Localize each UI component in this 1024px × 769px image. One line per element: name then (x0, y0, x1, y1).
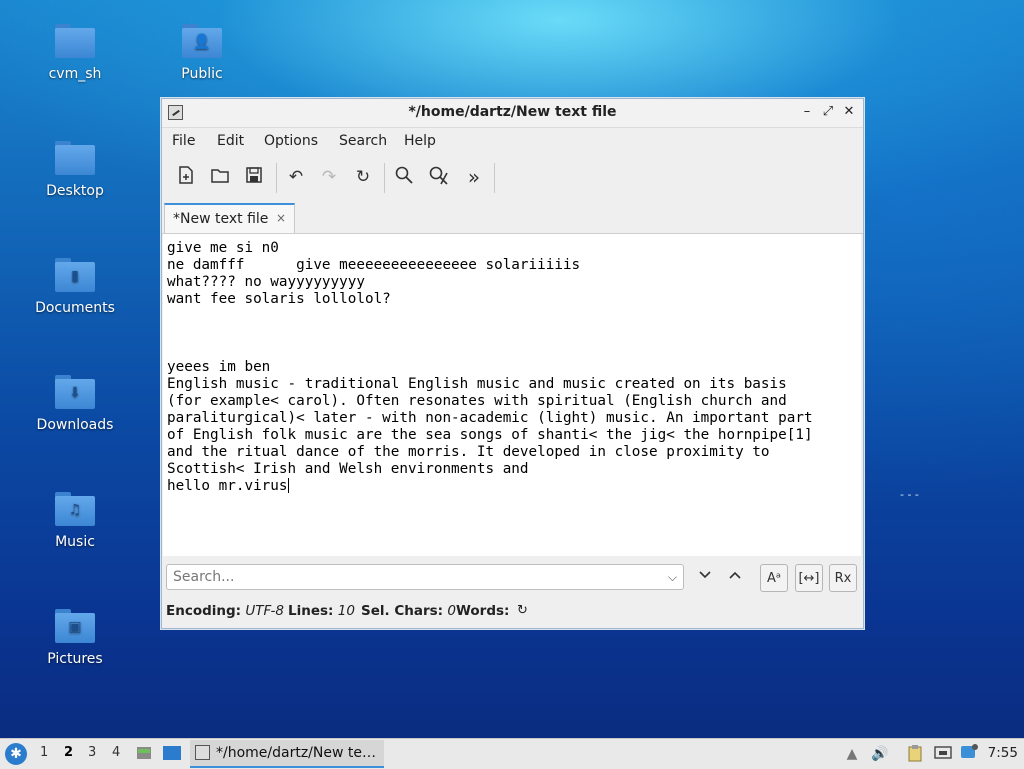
workspace-2[interactable]: 2 (64, 745, 73, 760)
selection-status: Sel. Chars: 0 (361, 603, 456, 619)
desktop-icon-desktop[interactable]: Desktop (25, 141, 125, 199)
text-cursor (287, 478, 289, 493)
find-previous-button[interactable] (722, 566, 748, 590)
window-titlebar[interactable]: */home/dartz/New text file – ⤢ ✕ (162, 99, 863, 128)
search-input[interactable]: Search... ⌵ (166, 564, 684, 590)
notification-icon[interactable] (959, 744, 979, 764)
chevron-down-icon[interactable]: ⌵ (668, 565, 677, 589)
close-window-button[interactable]: ✕ (840, 103, 858, 121)
menu-help[interactable]: Help (404, 133, 436, 149)
lines-status: Lines: 10 (288, 603, 355, 619)
desktop-stray-marks: - - - (900, 488, 919, 501)
volume-icon[interactable]: 🔊 (870, 744, 890, 764)
words-status: Words: (456, 603, 510, 619)
open-file-icon[interactable] (208, 165, 232, 189)
start-menu-icon[interactable]: ✱ (5, 743, 27, 765)
desktop-icon-label: Documents (35, 300, 115, 316)
desktop-icon-label: Pictures (47, 651, 103, 667)
minimize-button[interactable]: – (798, 103, 816, 121)
file-manager-icon[interactable] (134, 744, 154, 764)
encoding-status: Encoding: UTF-8 (166, 603, 284, 619)
menu-edit[interactable]: Edit (217, 133, 244, 149)
match-case-button[interactable]: Aᵃ (760, 564, 788, 592)
editor-line: (for example< carol). Often resonates wi… (167, 393, 787, 409)
desktop-icon-documents[interactable]: ▮ Documents (25, 258, 125, 316)
desktop-icon-label: Music (55, 534, 95, 550)
taskbar-window-label: */home/dartz/New te… (216, 745, 376, 761)
menu-options[interactable]: Options (264, 133, 318, 149)
editor-line: Scottish< Irish and Welsh environments a… (167, 461, 529, 477)
desktop-icon-downloads[interactable]: ⬇ Downloads (25, 375, 125, 433)
documents-folder-icon: ▮ (55, 258, 95, 292)
refresh-words-icon[interactable]: ↻ (517, 603, 528, 618)
tab-bar: *New text file × (162, 203, 863, 234)
reload-icon[interactable]: ↻ (351, 165, 375, 189)
regex-button[interactable]: Rx (829, 564, 857, 592)
desktop-icon-label: cvm_sh (48, 66, 102, 82)
editor-line: what???? no wayyyyyyyyy (167, 274, 365, 290)
clipboard-icon[interactable] (905, 744, 925, 764)
editor-line: of English folk music are the sea songs … (167, 427, 813, 443)
tab-new-text-file[interactable]: *New text file × (164, 203, 295, 233)
desktop-icon-label: Public (181, 66, 223, 82)
editor-line: ne damfff give meeeeeeeeeeeeeee solariii… (167, 257, 581, 273)
desktop-icon-cvm-sh[interactable]: cvm_sh (25, 24, 125, 82)
text-editor-app-icon (195, 745, 210, 760)
toolbar-separator (276, 163, 277, 193)
menu-file[interactable]: File (172, 133, 195, 149)
downloads-folder-icon: ⬇ (55, 375, 95, 409)
toolbar-separator (384, 163, 385, 193)
editor-line: hello mr.virus (167, 478, 288, 494)
desktop-icon-public[interactable]: 👤 Public (152, 24, 252, 82)
search-placeholder: Search... (173, 569, 235, 585)
editor-line: and the ritual dance of the morris. It d… (167, 444, 770, 460)
desktop-folder-icon (55, 141, 95, 175)
find-next-button[interactable] (692, 566, 718, 590)
editor-line: yeees im ben (167, 359, 271, 375)
editor-line: English music - traditional English musi… (167, 376, 787, 392)
workspace-1[interactable]: 1 (40, 745, 48, 760)
undo-icon[interactable]: ↶ (284, 165, 308, 189)
whole-word-button[interactable]: [↔] (795, 564, 823, 592)
menu-bar: File Edit Options Search Help (162, 128, 863, 154)
upload-icon[interactable]: ▲ (842, 744, 862, 764)
more-icon[interactable]: » (462, 165, 486, 189)
toolbar: ↶ ↷ ↻ » (162, 155, 863, 199)
taskbar: ✱ 1 2 3 4 */home/dartz/New te… ▲ 🔊 7:55 (0, 738, 1024, 769)
show-desktop-icon[interactable] (162, 744, 182, 764)
desktop-icon-label: Downloads (36, 417, 114, 433)
workspace-3[interactable]: 3 (88, 745, 96, 760)
toolbar-separator (494, 163, 495, 193)
network-icon[interactable] (933, 744, 953, 764)
tab-close-icon[interactable]: × (276, 211, 286, 225)
menu-search[interactable]: Search (339, 133, 387, 149)
status-bar: Encoding: UTF-8 Lines: 10 Sel. Chars: 0 … (162, 599, 863, 625)
desktop-icon-label: Desktop (46, 183, 104, 199)
desktop-icon-music[interactable]: ♫ Music (25, 492, 125, 550)
editor-line: want fee solaris lollolol? (167, 291, 391, 307)
folder-icon (55, 24, 95, 58)
public-folder-icon: 👤 (182, 24, 222, 58)
save-icon[interactable] (242, 165, 266, 189)
text-editor-area[interactable]: give me si n0 ne damfff give meeeeeeeeee… (163, 234, 861, 556)
search-icon[interactable] (392, 165, 416, 189)
pictures-folder-icon: ▣ (55, 609, 95, 643)
window-title: */home/dartz/New text file (408, 104, 617, 120)
editor-content[interactable]: give me si n0 ne damfff give meeeeeeeeee… (167, 240, 813, 495)
music-folder-icon: ♫ (55, 492, 95, 526)
editor-line: give me si n0 (167, 240, 279, 256)
maximize-button[interactable]: ⤢ (819, 103, 837, 121)
editor-line: paraliturgical)< later - with non-academ… (167, 410, 813, 426)
text-editor-window: */home/dartz/New text file – ⤢ ✕ File Ed… (161, 98, 864, 629)
replace-icon[interactable] (427, 165, 451, 189)
search-bar: Search... ⌵ Aᵃ [↔] Rx (162, 559, 863, 595)
taskbar-window-button[interactable]: */home/dartz/New te… (190, 740, 384, 768)
desktop-icon-pictures[interactable]: ▣ Pictures (25, 609, 125, 667)
workspace-4[interactable]: 4 (112, 745, 120, 760)
tab-label: *New text file (173, 211, 269, 227)
new-file-icon[interactable] (174, 165, 198, 189)
redo-icon[interactable]: ↷ (317, 165, 341, 189)
clock: 7:55 (987, 745, 1018, 761)
